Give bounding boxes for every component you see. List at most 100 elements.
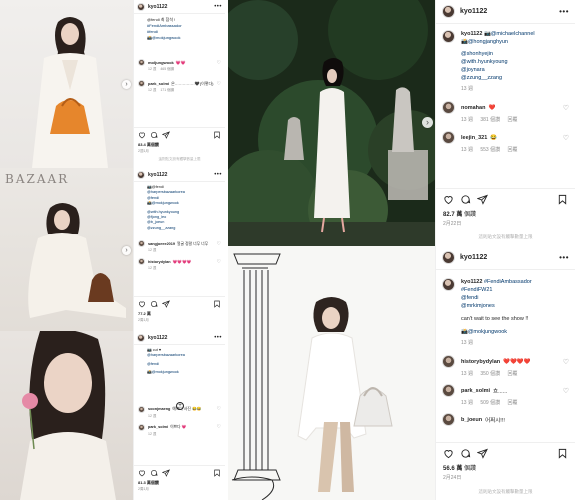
- likes-count[interactable]: 83.4 萬個讚: [138, 142, 221, 148]
- comment-username[interactable]: moljungwook: [148, 60, 174, 65]
- post-photo[interactable]: [228, 246, 435, 500]
- comment-likes[interactable]: 350 個讚: [480, 371, 500, 377]
- likes-count[interactable]: 56.6 萬: [443, 466, 462, 472]
- bookmark-icon[interactable]: [557, 448, 568, 459]
- post-photo[interactable]: [228, 0, 435, 246]
- reply-link[interactable]: 回覆: [507, 117, 517, 123]
- comment-username[interactable]: park_solmi: [148, 425, 168, 429]
- post-username[interactable]: kyo1122: [460, 254, 487, 261]
- share-icon[interactable]: [162, 300, 170, 308]
- heart-icon[interactable]: ♡: [217, 241, 221, 247]
- likes-row[interactable]: 56.6 萬 個讚: [443, 463, 568, 472]
- more-icon[interactable]: •••: [214, 335, 222, 341]
- caption-mention[interactable]: @joynara: [461, 66, 535, 74]
- comment-username[interactable]: sangjoeee2019: [148, 242, 175, 246]
- avatar[interactable]: [442, 30, 455, 43]
- comment-username[interactable]: soonjmaeng: [148, 407, 170, 411]
- bookmark-icon[interactable]: [557, 194, 568, 205]
- next-photo-button[interactable]: ›: [422, 117, 433, 128]
- comment-icon[interactable]: [460, 448, 471, 459]
- comment-icon[interactable]: [150, 469, 158, 477]
- comment-username[interactable]: leejin_321: [461, 135, 487, 141]
- reply-link[interactable]: 回覆: [507, 371, 517, 377]
- share-icon[interactable]: [162, 469, 170, 477]
- bookmark-icon[interactable]: [213, 131, 221, 139]
- caption-mention[interactable]: 📸@mokjungwook: [461, 328, 532, 336]
- avatar[interactable]: [137, 2, 145, 11]
- avatar[interactable]: [442, 131, 455, 144]
- caption-mention[interactable]: @fendi: [461, 294, 532, 302]
- comment-likes[interactable]: 509 個讚: [480, 400, 500, 406]
- comment-username[interactable]: historydylan: [148, 260, 171, 264]
- avatar[interactable]: [138, 59, 145, 66]
- comment-icon[interactable]: [150, 131, 158, 139]
- heart-icon[interactable]: ♡: [217, 424, 221, 430]
- heart-icon[interactable]: ♡: [563, 387, 569, 395]
- share-icon[interactable]: [477, 194, 488, 205]
- share-icon[interactable]: [477, 448, 488, 459]
- caption-mention[interactable]: @shonhyejin: [461, 50, 535, 58]
- avatar[interactable]: [137, 170, 145, 179]
- post-username[interactable]: kyo1122: [460, 8, 487, 15]
- comment-icon[interactable]: [150, 300, 158, 308]
- comment-username[interactable]: nomahan: [461, 105, 485, 111]
- post-username[interactable]: kyo1122: [148, 172, 167, 178]
- more-icon[interactable]: •••: [214, 4, 222, 10]
- caption-mention[interactable]: @zzung__zzang: [461, 74, 535, 82]
- likes-row[interactable]: 82.7 萬 個讚: [443, 209, 568, 218]
- post-photo[interactable]: [0, 0, 133, 168]
- heart-icon[interactable]: ♡: [217, 60, 221, 66]
- avatar[interactable]: [442, 413, 455, 426]
- post-username[interactable]: kyo1122: [148, 4, 167, 10]
- bookmark-icon[interactable]: [213, 300, 221, 308]
- heart-icon[interactable]: ♡: [217, 406, 221, 412]
- comment-username[interactable]: historybydylan: [461, 359, 500, 365]
- heart-icon[interactable]: ♡: [563, 358, 569, 366]
- post-photo[interactable]: [0, 168, 133, 331]
- avatar[interactable]: [137, 333, 145, 342]
- post-photo[interactable]: [0, 331, 133, 500]
- comment-likes[interactable]: 465 個讚: [160, 67, 174, 71]
- avatar[interactable]: [138, 80, 145, 87]
- post-username[interactable]: kyo1122: [148, 335, 167, 341]
- comment-username[interactable]: park_solmi: [148, 81, 169, 86]
- share-icon[interactable]: [162, 131, 170, 139]
- avatar[interactable]: [138, 423, 145, 431]
- comment-icon[interactable]: [460, 194, 471, 205]
- avatar[interactable]: [442, 101, 455, 114]
- likes-count[interactable]: 82.7 萬: [443, 212, 462, 218]
- next-photo-button[interactable]: ›: [122, 246, 131, 255]
- avatar[interactable]: [138, 405, 145, 413]
- comment-likes[interactable]: 171 個讚: [160, 88, 174, 92]
- comment-username[interactable]: b_joeun: [461, 417, 482, 423]
- heart-icon[interactable]: [138, 300, 146, 308]
- avatar[interactable]: [442, 355, 455, 368]
- caption-username[interactable]: kyo1122: [461, 279, 482, 285]
- caption-mention[interactable]: 📷@michaelchannel: [484, 31, 535, 37]
- avatar[interactable]: [138, 258, 145, 266]
- more-icon[interactable]: •••: [559, 253, 569, 262]
- more-icon[interactable]: •••: [559, 7, 569, 16]
- comment-username[interactable]: park_solmi: [461, 388, 490, 394]
- avatar[interactable]: [138, 240, 145, 248]
- caption-mention[interactable]: 📸@hongjanghyun: [461, 38, 535, 46]
- reply-link[interactable]: 回覆: [507, 147, 517, 153]
- likes-count[interactable]: 81.3 萬個讚: [138, 480, 221, 486]
- heart-icon[interactable]: [443, 194, 454, 205]
- plus-circle-icon[interactable]: +: [176, 402, 184, 410]
- avatar[interactable]: [442, 278, 455, 291]
- caption-mention[interactable]: @mrkimjones: [461, 302, 532, 310]
- bookmark-icon[interactable]: [213, 469, 221, 477]
- more-icon[interactable]: •••: [214, 172, 222, 178]
- reply-link[interactable]: 回覆: [507, 400, 517, 406]
- caption-username[interactable]: kyo1122: [461, 31, 482, 37]
- caption-mention[interactable]: @with.hyunkyoung: [461, 58, 535, 66]
- avatar[interactable]: [442, 384, 455, 397]
- heart-icon[interactable]: [138, 131, 146, 139]
- heart-icon[interactable]: ♡: [563, 104, 569, 112]
- heart-icon[interactable]: [443, 448, 454, 459]
- heart-icon[interactable]: ♡: [217, 81, 221, 87]
- comment-likes[interactable]: 381 個讚: [480, 117, 500, 123]
- likes-count[interactable]: 77.2 萬: [138, 311, 221, 317]
- heart-icon[interactable]: ♡: [563, 134, 569, 142]
